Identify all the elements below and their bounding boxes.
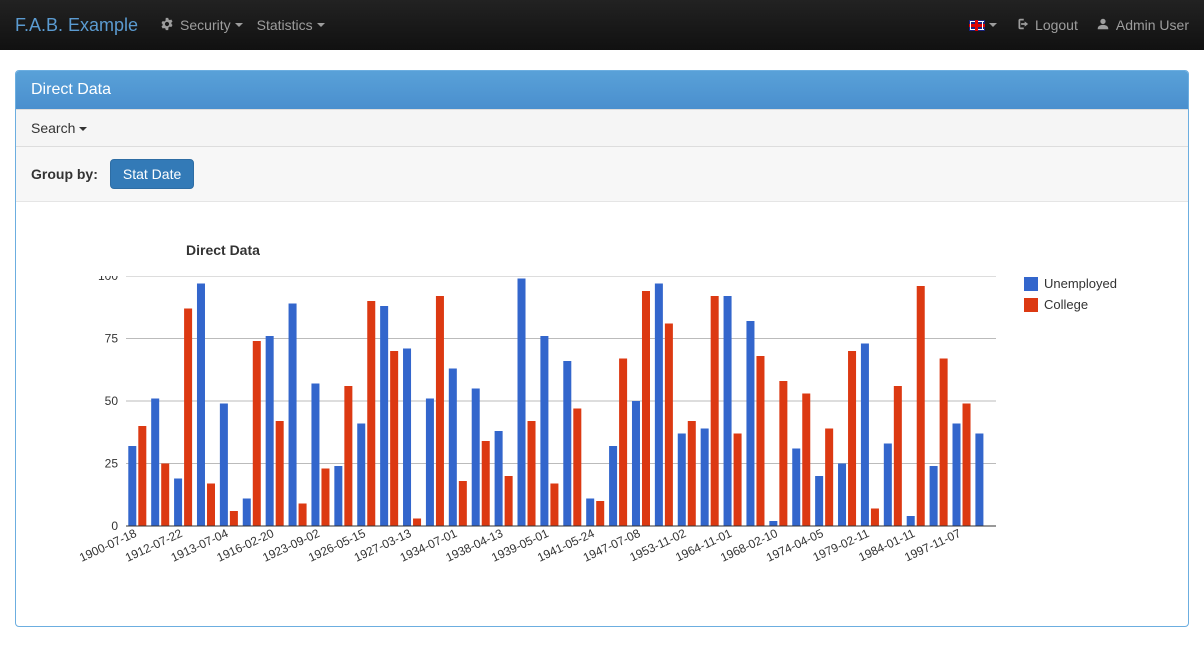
caret-down-icon — [317, 23, 325, 27]
chart-legend: Unemployed College — [1024, 276, 1117, 318]
groupby-bar: Group by: Stat Date — [16, 147, 1188, 202]
legend-label: Unemployed — [1044, 276, 1117, 291]
svg-text:25: 25 — [105, 457, 119, 471]
signout-icon — [1015, 17, 1029, 34]
legend-swatch — [1024, 277, 1038, 291]
groupby-label: Group by: — [31, 166, 98, 182]
chart-title: Direct Data — [186, 242, 1168, 258]
search-toggle[interactable]: Search — [16, 109, 1188, 147]
legend-label: College — [1044, 297, 1088, 312]
legend-item[interactable]: Unemployed — [1024, 276, 1117, 291]
navbar: F.A.B. Example Security Statistics Logou… — [0, 0, 1204, 50]
panel-title: Direct Data — [16, 71, 1188, 109]
main-panel: Direct Data Search Group by: Stat Date D… — [15, 70, 1189, 627]
language-selector[interactable] — [969, 20, 997, 31]
svg-text:100: 100 — [98, 276, 118, 283]
user-label: Admin User — [1116, 17, 1189, 33]
logout-link[interactable]: Logout — [1015, 17, 1078, 34]
user-menu[interactable]: Admin User — [1096, 17, 1189, 34]
legend-item[interactable]: College — [1024, 297, 1117, 312]
gear-icon — [160, 17, 174, 34]
bar-chart: 02550751001900-07-181912-07-221913-07-04… — [76, 276, 1006, 586]
nav-security-label: Security — [180, 17, 231, 33]
brand-link[interactable]: F.A.B. Example — [15, 15, 138, 36]
caret-down-icon — [235, 23, 243, 27]
nav-statistics-label: Statistics — [257, 17, 313, 33]
chart-container: Direct Data 02550751001900-07-181912-07-… — [16, 202, 1188, 626]
svg-text:50: 50 — [105, 394, 119, 408]
groupby-statdate-button[interactable]: Stat Date — [110, 159, 194, 189]
nav-statistics[interactable]: Statistics — [257, 17, 325, 33]
nav-security[interactable]: Security — [160, 17, 243, 34]
caret-down-icon — [79, 127, 87, 131]
caret-down-icon — [989, 23, 997, 27]
user-icon — [1096, 17, 1110, 34]
svg-text:0: 0 — [111, 519, 118, 533]
flag-gb-icon — [969, 20, 985, 31]
legend-swatch — [1024, 298, 1038, 312]
svg-text:75: 75 — [105, 332, 119, 346]
logout-label: Logout — [1035, 17, 1078, 33]
search-label: Search — [31, 120, 75, 136]
